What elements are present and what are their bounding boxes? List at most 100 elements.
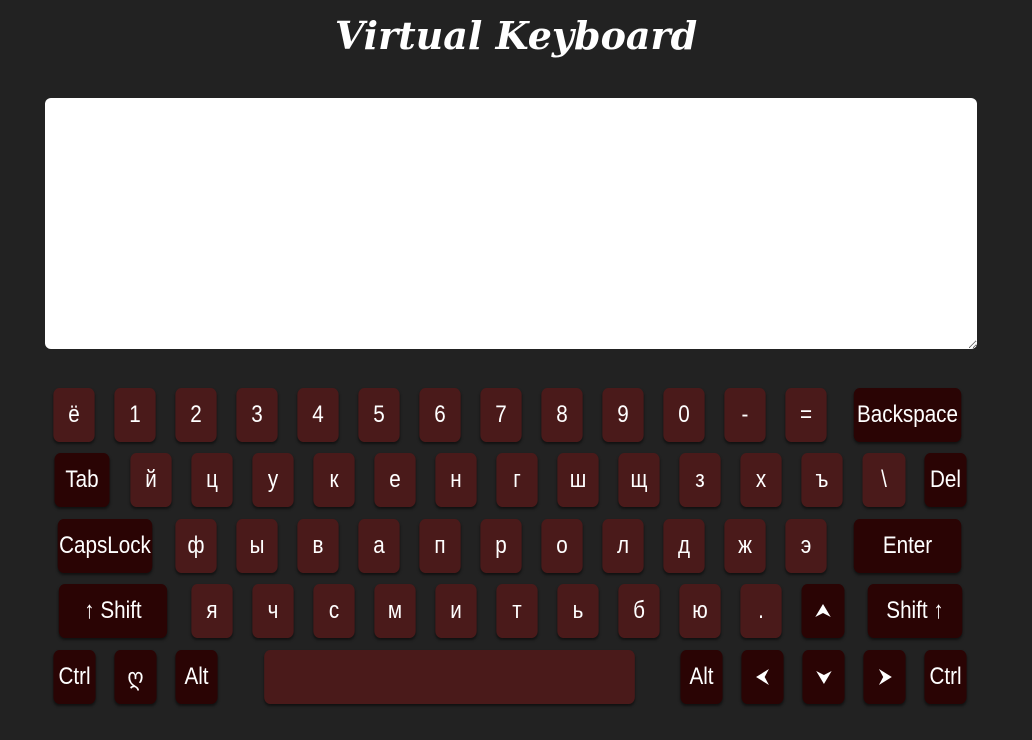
- key-ю[interactable]: ю: [679, 584, 721, 638]
- key-е[interactable]: е: [374, 453, 416, 507]
- key-label: ш: [569, 466, 587, 493]
- key-а[interactable]: а: [358, 519, 400, 573]
- key-label: 8: [556, 401, 568, 428]
- key-6[interactable]: 6: [419, 388, 461, 442]
- key-4[interactable]: 4: [297, 388, 339, 442]
- key-label: 4: [312, 401, 324, 428]
- key-alt[interactable]: Alt: [175, 650, 218, 704]
- key-label: .: [758, 597, 764, 624]
- key-label: х: [755, 466, 767, 493]
- arrow-right-key[interactable]: [863, 650, 906, 704]
- key-ъ[interactable]: ъ: [801, 453, 843, 507]
- key-label: ღ: [127, 663, 144, 691]
- key-enter[interactable]: Enter: [853, 519, 962, 573]
- key-r0k11[interactable]: -: [724, 388, 766, 442]
- key-ж[interactable]: ж: [724, 519, 766, 573]
- key-label: 1: [129, 401, 141, 428]
- key-3[interactable]: 3: [236, 388, 278, 442]
- key-tab[interactable]: Tab: [54, 453, 110, 507]
- key-label: е: [389, 466, 401, 493]
- key-backspace[interactable]: Backspace: [853, 388, 962, 442]
- key-r1k13[interactable]: \: [862, 453, 906, 507]
- key-label: Del: [930, 466, 961, 493]
- key-7[interactable]: 7: [480, 388, 522, 442]
- key-del[interactable]: Del: [924, 453, 967, 507]
- key-label: Alt: [689, 663, 714, 690]
- key-label: ё: [68, 401, 80, 428]
- key-label: ц: [206, 466, 218, 493]
- key-label: й: [145, 466, 157, 493]
- key-ц[interactable]: ц: [191, 453, 233, 507]
- key-shift[interactable]: Shift ↑: [867, 584, 963, 638]
- key-label: =: [799, 401, 813, 428]
- arrow-left-key[interactable]: [741, 650, 784, 704]
- key-ы[interactable]: ы: [236, 519, 278, 573]
- key-р[interactable]: р: [480, 519, 522, 573]
- key-ф[interactable]: ф: [175, 519, 217, 573]
- page-title: Virtual Keyboard: [334, 13, 698, 58]
- key-н[interactable]: н: [435, 453, 477, 507]
- key-я[interactable]: я: [191, 584, 233, 638]
- key-в[interactable]: в: [297, 519, 339, 573]
- key-к[interactable]: к: [313, 453, 355, 507]
- key-т[interactable]: т: [496, 584, 538, 638]
- key-л[interactable]: л: [602, 519, 644, 573]
- key-г[interactable]: г: [496, 453, 538, 507]
- key-label: 0: [678, 401, 690, 428]
- key-label: к: [329, 466, 339, 493]
- key-label: ы: [249, 532, 265, 559]
- key-label: ъ: [815, 466, 829, 493]
- key-и[interactable]: и: [435, 584, 477, 638]
- key-у[interactable]: у: [252, 453, 294, 507]
- key-ctrl[interactable]: Ctrl: [53, 650, 96, 704]
- key-с[interactable]: с: [313, 584, 355, 638]
- key-0[interactable]: 0: [663, 388, 705, 442]
- key-ч[interactable]: ч: [252, 584, 294, 638]
- key-label: 6: [434, 401, 446, 428]
- space-key[interactable]: [264, 650, 635, 704]
- key-ш[interactable]: ш: [557, 453, 599, 507]
- arrow-down-key[interactable]: [802, 650, 845, 704]
- key-ctrl[interactable]: Ctrl: [924, 650, 967, 704]
- key-ь[interactable]: ь: [557, 584, 599, 638]
- key-label: Ctrl: [58, 663, 91, 690]
- key-м[interactable]: м: [374, 584, 416, 638]
- key-д[interactable]: д: [663, 519, 705, 573]
- key-2[interactable]: 2: [175, 388, 217, 442]
- key-п[interactable]: п: [419, 519, 461, 573]
- key-r0k12[interactable]: =: [785, 388, 827, 442]
- key-label: т: [512, 597, 522, 624]
- key-label: ч: [267, 597, 279, 624]
- key-capslock[interactable]: CapsLock: [57, 519, 153, 573]
- arrow-up-key[interactable]: [801, 584, 845, 638]
- key-alt[interactable]: Alt: [680, 650, 723, 704]
- key-label: Alt: [184, 663, 209, 690]
- text-output[interactable]: [45, 98, 977, 349]
- key-r3k10[interactable]: .: [740, 584, 782, 638]
- key-й[interactable]: й: [130, 453, 172, 507]
- key-label: Enter: [882, 532, 933, 559]
- key-label: б: [633, 597, 645, 624]
- key-х[interactable]: х: [740, 453, 782, 507]
- key-label: з: [695, 466, 705, 493]
- key-label: Ctrl: [929, 663, 962, 690]
- key-ё[interactable]: ё: [53, 388, 95, 442]
- key-б[interactable]: б: [618, 584, 660, 638]
- key-о[interactable]: о: [541, 519, 583, 573]
- key-label: 5: [373, 401, 385, 428]
- key-label: у: [267, 466, 279, 493]
- key-label: н: [450, 466, 462, 493]
- key-з[interactable]: з: [679, 453, 721, 507]
- key-r4k1[interactable]: ღ: [114, 650, 157, 704]
- key-9[interactable]: 9: [602, 388, 644, 442]
- key-щ[interactable]: щ: [618, 453, 660, 507]
- key-shift[interactable]: ↑ Shift: [58, 584, 168, 638]
- key-label: 2: [190, 401, 202, 428]
- key-label: л: [616, 532, 630, 559]
- key-1[interactable]: 1: [114, 388, 156, 442]
- key-label: а: [373, 532, 385, 559]
- key-label: с: [328, 597, 340, 624]
- key-э[interactable]: э: [785, 519, 827, 573]
- key-8[interactable]: 8: [541, 388, 583, 442]
- key-5[interactable]: 5: [358, 388, 400, 442]
